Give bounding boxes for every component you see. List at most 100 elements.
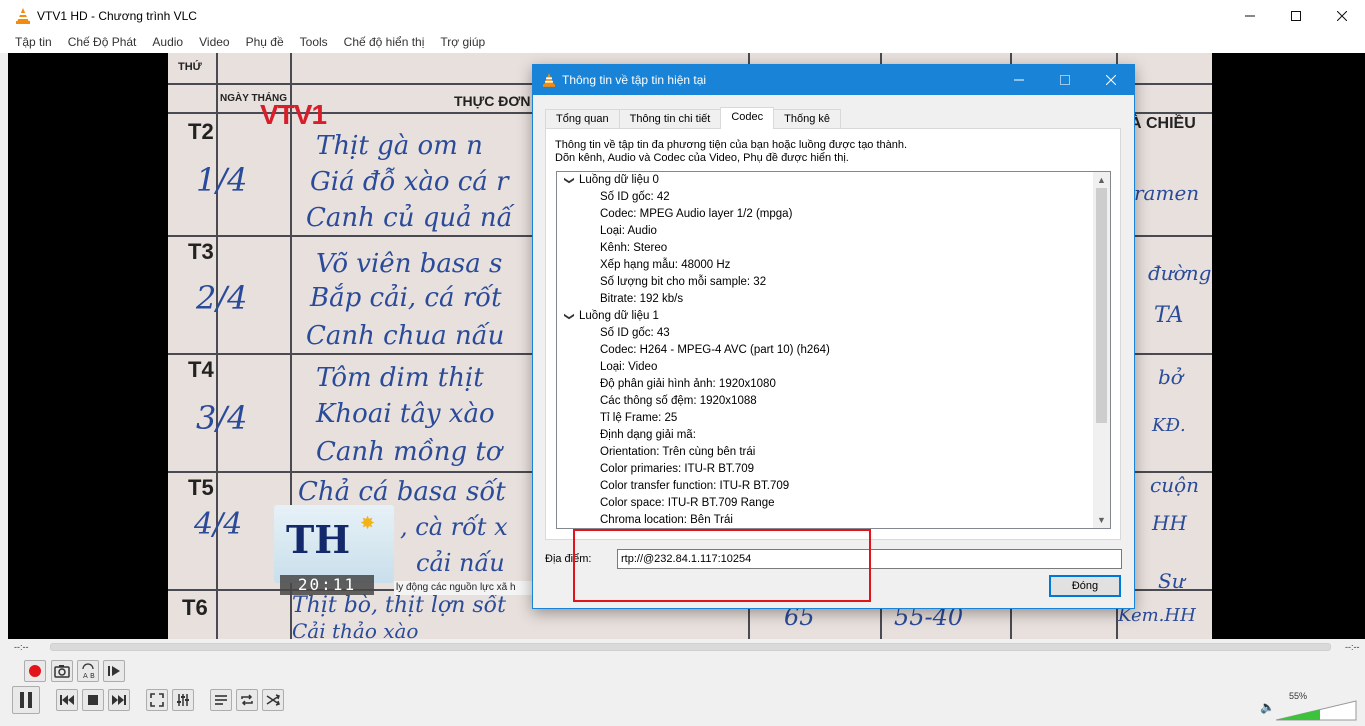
- stream-property[interactable]: Color primaries: ITU-R BT.709: [600, 461, 754, 478]
- stream-property[interactable]: Tỉ lệ Frame: 25: [600, 410, 677, 427]
- description-line: Dõn kênh, Audio và Codec của Video, Phụ …: [555, 152, 849, 164]
- menu-line: Canh củ quả nấ: [306, 203, 513, 233]
- loop-ab-button[interactable]: A B: [77, 660, 99, 682]
- dialog-minimize-button[interactable]: [996, 65, 1042, 95]
- menu-view[interactable]: Chế độ hiển thị: [336, 35, 433, 49]
- menu-subtitle[interactable]: Phụ đề: [238, 35, 292, 49]
- maximize-button[interactable]: [1273, 0, 1319, 31]
- minimize-button[interactable]: [1227, 0, 1273, 31]
- stream-property[interactable]: Số ID gốc: 43: [600, 325, 670, 342]
- board-header-afternoon: À CHIỀU: [1130, 115, 1196, 132]
- stream-property[interactable]: Color transfer function: ITU-R BT.709: [600, 478, 789, 495]
- side-note: đường: [1148, 261, 1212, 285]
- menu-bar: Tập tin Chế Độ Phát Audio Video Phụ đề T…: [0, 31, 1365, 53]
- menu-video[interactable]: Video: [191, 35, 237, 49]
- chevron-down-icon[interactable]: ❯: [561, 309, 578, 325]
- stream-property[interactable]: Kênh: Stereo: [600, 240, 667, 257]
- vlc-cone-icon: [16, 7, 30, 24]
- chevron-down-icon[interactable]: ❯: [561, 173, 578, 189]
- stream-node[interactable]: ❯ Luồng dữ liệu 0: [561, 172, 659, 189]
- stream-property[interactable]: Chroma location: Bên Trái: [600, 512, 733, 528]
- menu-file[interactable]: Tập tin: [7, 35, 60, 49]
- volume-slider[interactable]: [1276, 700, 1358, 722]
- tab-codec[interactable]: Codec: [720, 107, 775, 129]
- row-date-label: 4/4: [194, 507, 243, 542]
- stream-property[interactable]: Orientation: Trên cùng bên trái: [600, 444, 755, 461]
- menu-tools[interactable]: Tools: [292, 35, 336, 49]
- title-bar: VTV1 HD - Chương trình VLC: [0, 0, 1365, 31]
- dialog-close-button[interactable]: [1088, 65, 1134, 95]
- next-button[interactable]: [108, 689, 130, 711]
- side-note: TA: [1154, 303, 1184, 328]
- menu-line: Giá đỗ xào cá r: [310, 167, 509, 197]
- stream-property[interactable]: Loại: Video: [600, 359, 657, 376]
- stream-property[interactable]: Độ phân giải hình ảnh: 1920x1080: [600, 376, 776, 393]
- row-date-label: 1/4: [196, 161, 248, 199]
- shuffle-button[interactable]: [262, 689, 284, 711]
- loop-ab-icon: A B: [82, 663, 95, 679]
- menu-line: Bắp cải, cá rốt: [310, 283, 502, 313]
- record-button[interactable]: [24, 660, 46, 682]
- pause-button[interactable]: [12, 686, 40, 714]
- close-window-button[interactable]: [1319, 0, 1365, 31]
- location-field[interactable]: rtp://@232.84.1.117:10254: [617, 549, 1122, 569]
- row-date-label: 2/4: [196, 279, 248, 317]
- speaker-icon[interactable]: 🔈: [1260, 700, 1275, 714]
- stop-button[interactable]: [82, 689, 104, 711]
- stream-property[interactable]: Định dạng giải mã:: [600, 427, 696, 444]
- tab-general[interactable]: Tổng quan: [545, 109, 620, 129]
- seek-slider[interactable]: [50, 643, 1331, 651]
- fullscreen-icon: [150, 693, 164, 707]
- frame-step-icon: [108, 666, 120, 676]
- pause-icon: [20, 692, 32, 708]
- menu-playback[interactable]: Chế Độ Phát: [60, 35, 145, 49]
- scroll-up-icon[interactable]: ▲: [1093, 172, 1110, 188]
- stream-property[interactable]: Codec: MPEG Audio layer 1/2 (mpga): [600, 206, 792, 223]
- dialog-title-bar[interactable]: Thông tin về tập tin hiện tại: [533, 65, 1134, 95]
- row-day-label: T5: [188, 475, 214, 500]
- stream-label: Luồng dữ liệu 1: [579, 310, 659, 322]
- menu-line: Khoai tây xào: [316, 399, 495, 429]
- stream-node[interactable]: ❯ Luồng dữ liệu 1: [561, 308, 659, 325]
- next-icon: [112, 695, 126, 705]
- tab-metadata[interactable]: Thông tin chi tiết: [618, 109, 722, 129]
- stream-property[interactable]: Số ID gốc: 42: [600, 189, 670, 206]
- stream-property[interactable]: Xếp hạng mẫu: 48000 Hz: [600, 257, 730, 274]
- record-icon: [29, 665, 41, 677]
- stop-icon: [88, 695, 98, 705]
- codec-tree[interactable]: ▲ ▼ ❯ Luồng dữ liệu 0 Số ID gốc: 42 Codec: …: [556, 171, 1111, 529]
- svg-text:A B: A B: [83, 672, 95, 679]
- fullscreen-button[interactable]: [146, 689, 168, 711]
- window-title: VTV1 HD - Chương trình VLC: [37, 8, 197, 23]
- row-day-label: T2: [188, 119, 214, 144]
- menu-line: Cải thảo xào: [292, 619, 419, 639]
- scroll-down-icon[interactable]: ▼: [1093, 512, 1110, 528]
- stream-property[interactable]: Color space: ITU-R BT.709 Range: [600, 495, 775, 512]
- board-line: [216, 53, 218, 639]
- loop-button[interactable]: [236, 689, 258, 711]
- stream-property[interactable]: Loại: Audio: [600, 223, 657, 240]
- total-time: --:--: [1345, 642, 1360, 652]
- tab-statistics[interactable]: Thống kê: [773, 109, 841, 129]
- tree-scrollbar[interactable]: ▲ ▼: [1093, 172, 1110, 528]
- media-info-dialog: Thông tin về tập tin hiện tại Tổng quan …: [532, 64, 1135, 609]
- menu-audio[interactable]: Audio: [144, 35, 191, 49]
- menu-help[interactable]: Trợ giúp: [432, 35, 493, 49]
- frame-step-button[interactable]: [103, 660, 125, 682]
- close-button[interactable]: Đóng: [1049, 575, 1121, 597]
- stream-property[interactable]: Số lượng bit cho mỗi sample: 32: [600, 274, 766, 291]
- stream-property[interactable]: Codec: H264 - MPEG-4 AVC (part 10) (h264…: [600, 342, 830, 359]
- extended-settings-button[interactable]: [172, 689, 194, 711]
- menu-line: Thịt bò, thịt lợn sốt: [292, 593, 506, 618]
- stream-property[interactable]: Các thông số đệm: 1920x1088: [600, 393, 757, 410]
- scrollbar-thumb[interactable]: [1096, 188, 1107, 423]
- playlist-icon: [215, 695, 227, 705]
- stream-property[interactable]: Bitrate: 192 kb/s: [600, 291, 683, 308]
- playlist-button[interactable]: [210, 689, 232, 711]
- camera-icon: [54, 665, 70, 678]
- menu-line: Canh chua nấu: [306, 321, 505, 351]
- dialog-maximize-button[interactable]: [1042, 65, 1088, 95]
- snapshot-button[interactable]: [51, 660, 73, 682]
- previous-button[interactable]: [56, 689, 78, 711]
- row-day-label: T4: [188, 357, 214, 382]
